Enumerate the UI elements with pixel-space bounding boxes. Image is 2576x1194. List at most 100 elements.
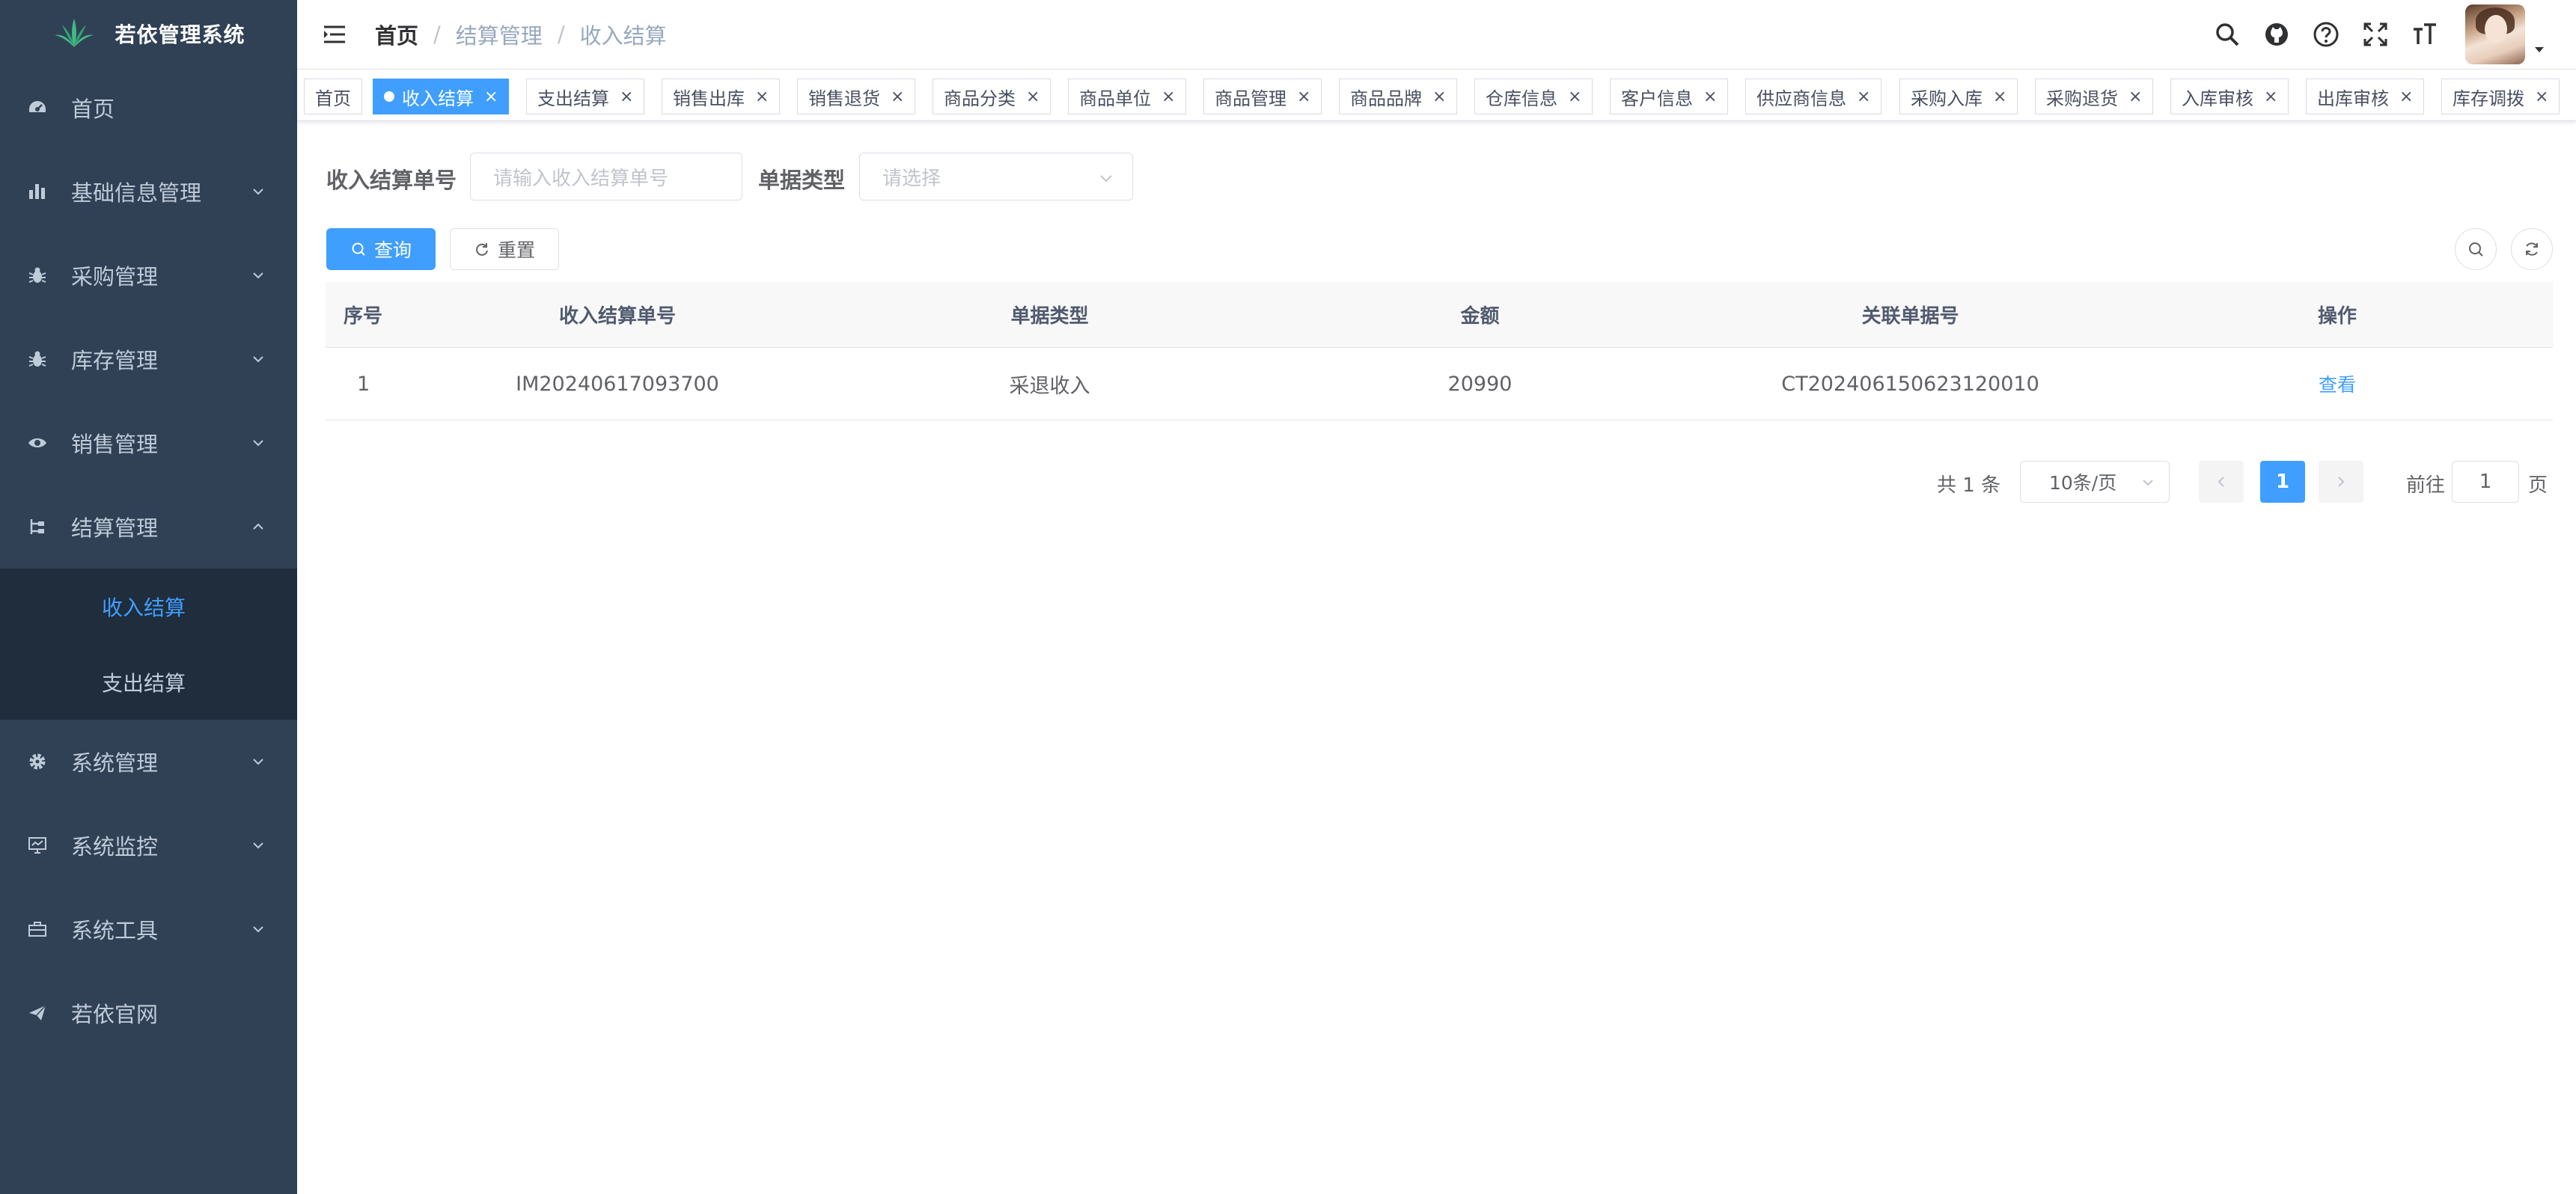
select-placeholder: 请选择: [882, 167, 941, 190]
sidebar-item-system[interactable]: 系统管理: [0, 720, 297, 803]
chevron-down-icon: [2143, 480, 2153, 486]
tag-inbound-review[interactable]: 入库审核 ×: [2170, 79, 2289, 114]
close-icon[interactable]: ×: [2535, 88, 2548, 106]
breadcrumb-current: 收入结算: [579, 23, 667, 49]
close-icon[interactable]: ×: [1297, 88, 1310, 106]
close-icon[interactable]: ×: [1026, 88, 1040, 106]
tag-sales-return[interactable]: 销售退货 ×: [797, 79, 916, 114]
sidebar-item-label: 系统管理: [71, 750, 159, 776]
sidebar-item-monitor[interactable]: 系统监控: [0, 803, 297, 887]
toggle-search-button[interactable]: [2455, 228, 2497, 270]
sidebar-item-purchase[interactable]: 采购管理: [0, 233, 297, 317]
sidebar-item-basic-info[interactable]: 基础信息管理: [0, 150, 297, 233]
close-icon[interactable]: ×: [2399, 88, 2413, 106]
hamburger-icon[interactable]: [321, 21, 348, 48]
sidebar-item-home[interactable]: 首页: [0, 66, 297, 150]
active-dot-icon: [384, 91, 394, 102]
tag-label: 商品分类: [944, 88, 1016, 109]
page-number-button[interactable]: 1: [2260, 461, 2305, 503]
tag-supplier-info[interactable]: 供应商信息 ×: [1745, 79, 1882, 114]
reset-button[interactable]: 重置: [450, 228, 559, 270]
tag-outbound-review[interactable]: 出库审核 ×: [2306, 79, 2425, 114]
close-icon[interactable]: ×: [620, 88, 633, 106]
tag-product-category[interactable]: 商品分类 ×: [933, 79, 1052, 114]
sidebar-item-label: 库存管理: [71, 348, 159, 373]
tag-label: 商品管理: [1215, 88, 1287, 109]
column-header: 单据类型: [1010, 305, 1089, 328]
sidebar-item-label: 系统监控: [71, 834, 159, 860]
app-title: 若依管理系统: [115, 22, 245, 47]
breadcrumb-home[interactable]: 首页: [375, 19, 418, 50]
sidebar-item-inventory[interactable]: 库存管理: [0, 317, 297, 401]
bug-icon: [25, 347, 49, 371]
fullscreen-icon[interactable]: [2360, 19, 2390, 49]
tag-home[interactable]: 首页: [304, 79, 362, 114]
order-type-select[interactable]: 请选择: [859, 153, 1133, 200]
paper-plane-icon: [25, 1001, 49, 1025]
sidebar-item-sales[interactable]: 销售管理: [0, 401, 297, 485]
close-icon[interactable]: ×: [755, 88, 769, 106]
row-order-no: IM20240617093700: [516, 372, 719, 396]
close-icon[interactable]: ×: [1162, 88, 1175, 106]
view-button[interactable]: 查看: [2122, 370, 2553, 397]
query-button[interactable]: 查询: [326, 228, 436, 270]
tag-purchase-return[interactable]: 采购退货 ×: [2035, 79, 2154, 114]
tag-stock-transfer[interactable]: 库存调拨 ×: [2441, 79, 2560, 114]
tag-label: 采购入库: [1911, 88, 1983, 109]
order-no-input[interactable]: 请输入收入结算单号: [470, 153, 742, 200]
tag-label: 入库审核: [2182, 88, 2253, 109]
tag-expense-settlement[interactable]: 支出结算 ×: [526, 79, 645, 114]
prev-page-button[interactable]: [2199, 461, 2244, 503]
tag-income-settlement[interactable]: 收入结算 ×: [373, 79, 510, 114]
tag-product-brand[interactable]: 商品品牌 ×: [1339, 79, 1458, 114]
chevron-down-icon: [253, 759, 263, 765]
github-icon[interactable]: [2262, 19, 2292, 49]
row-index: 1: [357, 372, 370, 396]
sidebar-item-tools[interactable]: 系统工具: [0, 887, 297, 971]
next-page-button[interactable]: [2319, 461, 2363, 503]
page-size-value: 10条/页: [2049, 472, 2117, 494]
column-header: 金额: [1460, 305, 1500, 328]
dashboard-icon: [25, 96, 49, 120]
logo[interactable]: 若依管理系统: [0, 0, 297, 67]
close-icon[interactable]: ×: [1993, 88, 2006, 106]
tag-label: 供应商信息: [1756, 88, 1846, 109]
navbar-actions: [2193, 0, 2546, 69]
close-icon[interactable]: ×: [1703, 88, 1717, 106]
tag-sales-outbound[interactable]: 销售出库 ×: [662, 79, 781, 114]
help-icon[interactable]: [2311, 19, 2341, 49]
close-icon[interactable]: ×: [1432, 88, 1446, 106]
reset-button-label: 重置: [497, 239, 535, 261]
chevron-up-icon: [253, 523, 263, 530]
tag-warehouse-info[interactable]: 仓库信息 ×: [1474, 79, 1593, 114]
close-icon[interactable]: ×: [2128, 88, 2142, 106]
table-header: 序号 收入结算单号 单据类型 金额 关联单据号 操作: [326, 282, 2553, 348]
sidebar-item-official-site[interactable]: 若依官网: [0, 971, 297, 1055]
chevron-down-icon: [253, 842, 263, 849]
breadcrumb: 首页 / 结算管理 / 收入结算: [375, 19, 667, 50]
tag-customer-info[interactable]: 客户信息 ×: [1610, 79, 1729, 114]
sidebar-item-label: 系统工具: [71, 918, 159, 943]
page-size-select[interactable]: 10条/页: [2020, 461, 2170, 503]
tag-label: 首页: [315, 88, 351, 109]
tag-product-unit[interactable]: 商品单位 ×: [1068, 79, 1187, 114]
navbar: 首页 / 结算管理 / 收入结算: [297, 0, 2576, 69]
avatar[interactable]: [2465, 4, 2525, 64]
sidebar-item-settlement[interactable]: 结算管理: [0, 485, 297, 569]
caret-down-icon[interactable]: [2533, 43, 2546, 56]
refresh-button[interactable]: [2511, 228, 2553, 270]
search-icon[interactable]: [2212, 19, 2242, 49]
close-icon[interactable]: ×: [484, 88, 498, 106]
close-icon[interactable]: ×: [891, 88, 904, 106]
tag-purchase-inbound[interactable]: 采购入库 ×: [1899, 79, 2018, 114]
sidebar-item-expense-settlement[interactable]: 支出结算: [0, 644, 297, 720]
close-icon[interactable]: ×: [2264, 88, 2277, 106]
sidebar-item-income-settlement[interactable]: 收入结算: [0, 569, 297, 644]
query-button-label: 查询: [373, 239, 412, 261]
close-icon[interactable]: ×: [1857, 88, 1870, 106]
font-size-icon[interactable]: [2410, 19, 2440, 49]
tag-product-management[interactable]: 商品管理 ×: [1203, 79, 1322, 114]
close-icon[interactable]: ×: [1568, 88, 1581, 106]
goto-page-input[interactable]: 1: [2452, 461, 2519, 503]
column-header: 关联单据号: [1861, 305, 1959, 328]
